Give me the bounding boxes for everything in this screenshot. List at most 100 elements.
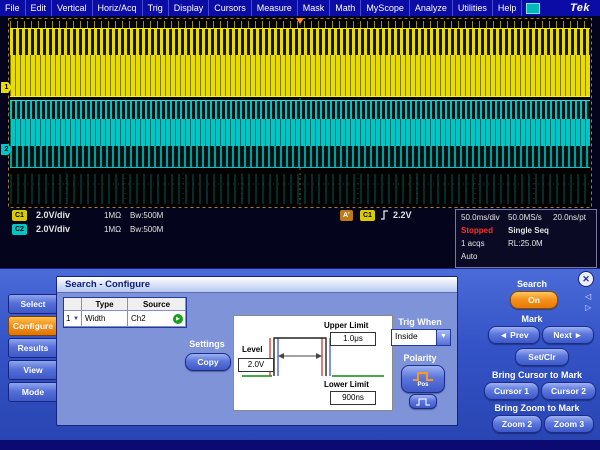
tab-select[interactable]: Select bbox=[8, 294, 58, 314]
trigger-a-badge: A' bbox=[340, 210, 353, 221]
close-icon[interactable]: ✕ bbox=[578, 271, 594, 287]
waveform-display bbox=[8, 18, 592, 208]
trigger-mode: Auto bbox=[461, 252, 477, 261]
menu-accent-button[interactable] bbox=[526, 3, 540, 14]
menu-analyze[interactable]: Analyze bbox=[410, 0, 453, 16]
mark-next-button[interactable]: Next ► bbox=[542, 326, 594, 344]
pulse-icon bbox=[415, 398, 431, 406]
tab-view[interactable]: View bbox=[8, 360, 58, 380]
menu-trig[interactable]: Trig bbox=[143, 0, 169, 16]
width-diagram: Upper Limit 1.0μs Level 2.0V Lower Limit… bbox=[233, 315, 393, 411]
positive-pulse-icon bbox=[411, 371, 435, 382]
ch2-impedance: 1MΩ bbox=[104, 225, 121, 234]
ch1-trace-lower bbox=[10, 55, 590, 97]
cursor2-button[interactable]: Cursor 2 bbox=[541, 382, 596, 400]
mark-prev-button[interactable]: ◄ Prev bbox=[488, 326, 540, 344]
menu-cursors[interactable]: Cursors bbox=[209, 0, 252, 16]
mark-setclr-button[interactable]: Set/Clr bbox=[515, 348, 569, 366]
search-source-cell[interactable]: Ch2 ▶ bbox=[128, 311, 186, 327]
table-header-blank bbox=[64, 298, 82, 311]
bottom-strip bbox=[0, 440, 600, 450]
search-table: Type Source 1 ▼ Width Ch2 ▶ bbox=[63, 297, 187, 328]
menu-horiz-acq[interactable]: Horiz/Acq bbox=[93, 0, 143, 16]
level-value: 2.0V bbox=[238, 358, 274, 372]
search-label: Search bbox=[498, 279, 566, 289]
acq-count: 1 acqs bbox=[461, 239, 485, 248]
chevron-down-icon: ▼ bbox=[436, 330, 450, 345]
menu-edit[interactable]: Edit bbox=[26, 0, 53, 16]
menu-math[interactable]: Math bbox=[330, 0, 361, 16]
lower-limit-label: Lower Limit bbox=[324, 380, 369, 389]
acquisition-readout: 50.0ms/div 50.0MS/s 20.0ns/pt Stopped Si… bbox=[455, 209, 597, 268]
timebase-readout: 50.0ms/div bbox=[461, 213, 500, 222]
ch1-badge[interactable]: C1 bbox=[12, 210, 27, 221]
bring-cursor-label: Bring Cursor to Mark bbox=[476, 370, 598, 380]
menu-file[interactable]: File bbox=[0, 0, 26, 16]
level-label: Level bbox=[242, 345, 262, 354]
cursor1-button[interactable]: Cursor 1 bbox=[484, 382, 539, 400]
zoom2-button[interactable]: Zoom 2 bbox=[492, 415, 542, 433]
page-left-icon[interactable]: ◁ bbox=[585, 292, 591, 301]
search-source: Ch2 bbox=[131, 314, 146, 323]
ch2-trace-lower bbox=[10, 146, 590, 168]
trigger-source-badge: C1 bbox=[360, 210, 375, 221]
polarity-label: Polarity bbox=[389, 353, 451, 363]
trig-when-value: Inside bbox=[392, 330, 436, 345]
residual-trace bbox=[10, 174, 590, 204]
menu-bar: File Edit Vertical Horiz/Acq Trig Displa… bbox=[0, 0, 600, 16]
ch1-trace-upper bbox=[10, 28, 590, 56]
rising-edge-icon bbox=[380, 209, 389, 221]
oscilloscope-screen: File Edit Vertical Horiz/Acq Trig Displa… bbox=[0, 0, 600, 450]
bring-zoom-label: Bring Zoom to Mark bbox=[476, 403, 598, 413]
table-header-source: Source bbox=[128, 298, 186, 311]
menu-display[interactable]: Display bbox=[169, 0, 210, 16]
menu-mask[interactable]: Mask bbox=[298, 0, 331, 16]
play-icon: ▶ bbox=[173, 314, 183, 324]
tab-configure[interactable]: Configure bbox=[8, 316, 58, 336]
table-header-type: Type bbox=[82, 298, 128, 311]
menu-measure[interactable]: Measure bbox=[252, 0, 298, 16]
ch2-badge[interactable]: C2 bbox=[12, 224, 27, 235]
tab-mode[interactable]: Mode bbox=[8, 382, 58, 402]
polarity-pos-caption: Pos bbox=[417, 382, 428, 388]
ch2-scale: 2.0V/div bbox=[36, 224, 70, 234]
tab-results[interactable]: Results bbox=[8, 338, 58, 358]
upper-limit-label: Upper Limit bbox=[324, 321, 368, 330]
ch1-impedance: 1MΩ bbox=[104, 211, 121, 220]
trig-when-label: Trig When bbox=[389, 317, 451, 327]
zoom3-button[interactable]: Zoom 3 bbox=[544, 415, 594, 433]
search-type-cell[interactable]: Width bbox=[82, 311, 128, 327]
chevron-down-icon: ▼ bbox=[73, 316, 79, 322]
trig-when-dropdown[interactable]: Inside ▼ bbox=[391, 329, 451, 346]
mark-label: Mark bbox=[498, 314, 566, 324]
record-length: RL:25.0M bbox=[508, 239, 543, 248]
settings-label: Settings bbox=[173, 339, 241, 349]
search-number: 1 bbox=[66, 314, 70, 323]
dialog-title: Search - Configure bbox=[57, 277, 457, 293]
acq-mode: Single Seq bbox=[508, 226, 549, 235]
ch1-scale: 2.0V/div bbox=[36, 210, 70, 220]
menu-myscope[interactable]: MyScope bbox=[361, 0, 410, 16]
menu-vertical[interactable]: Vertical bbox=[52, 0, 93, 16]
ch2-trace-upper bbox=[10, 100, 590, 120]
search-on-button[interactable]: On bbox=[510, 291, 558, 309]
ch1-bandwidth: Bw:500M bbox=[130, 211, 163, 220]
resolution-readout: 20.0ns/pt bbox=[553, 213, 586, 222]
tek-logo: Tek bbox=[570, 2, 600, 14]
ch2-trace-mid bbox=[10, 119, 590, 146]
upper-limit-value: 1.0μs bbox=[330, 332, 376, 346]
menu-help[interactable]: Help bbox=[493, 0, 523, 16]
polarity-pos-button[interactable]: Pos bbox=[401, 365, 445, 393]
polarity-alt-button[interactable] bbox=[409, 394, 437, 409]
search-number-select[interactable]: 1 ▼ bbox=[64, 311, 82, 327]
copy-button[interactable]: Copy bbox=[185, 353, 231, 371]
trigger-position-marker[interactable] bbox=[296, 18, 304, 24]
trigger-level: 2.2V bbox=[393, 210, 412, 220]
menu-utilities[interactable]: Utilities bbox=[453, 0, 493, 16]
acq-state: Stopped bbox=[461, 226, 493, 235]
lower-limit-value: 900ns bbox=[330, 391, 376, 405]
ch2-bandwidth: Bw:500M bbox=[130, 225, 163, 234]
page-right-icon[interactable]: ▷ bbox=[585, 303, 591, 312]
search-configure-dialog: Search - Configure Type Source 1 ▼ Width… bbox=[56, 276, 458, 426]
sample-rate-readout: 50.0MS/s bbox=[508, 213, 542, 222]
